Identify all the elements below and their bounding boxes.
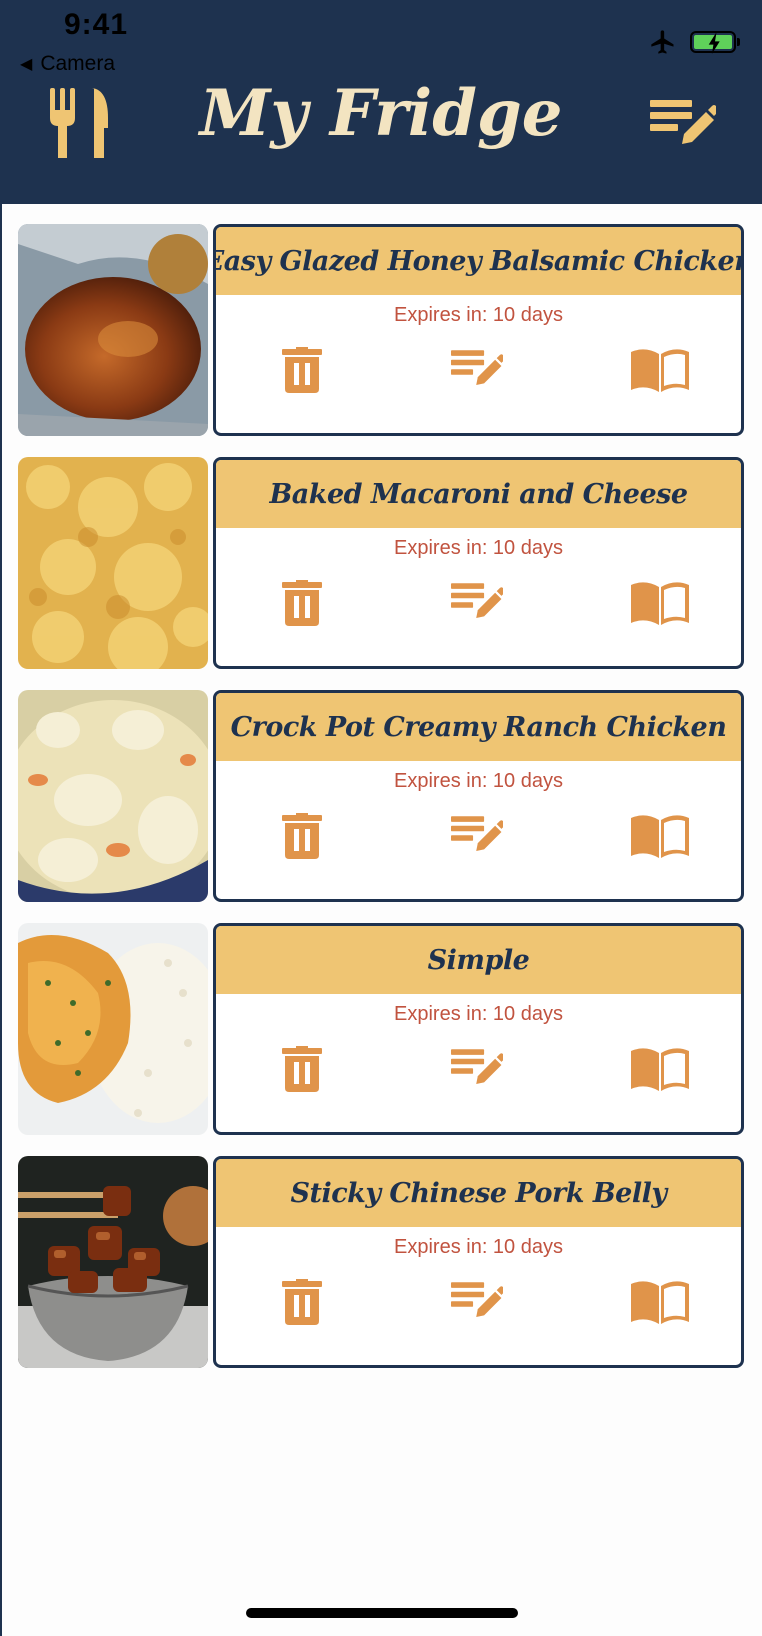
recipe-thumbnail[interactable] [18,1156,208,1368]
recipe-title: Crock Pot Creamy Ranch Chicken [216,693,741,761]
frame-edge [0,204,2,1636]
book-icon[interactable] [631,1047,689,1091]
back-link-label: Camera [40,52,116,75]
expiry-text: Expires in: 10 days [394,537,563,559]
recipe-row[interactable]: Sticky Chinese Pork Belly Expires in: 10… [18,1154,746,1368]
trash-icon[interactable] [282,580,322,626]
recipe-row[interactable]: Baked Macaroni and Cheese Expires in: 10… [18,455,746,669]
home-indicator[interactable] [246,1608,518,1618]
book-icon[interactable] [631,348,689,392]
edit-list-icon[interactable] [650,100,716,150]
edit-list-icon[interactable] [450,350,503,390]
app-header: 9:41 ◀ Camera My Fridge [0,0,762,204]
recipe-title: Simple [216,926,741,994]
edit-list-icon[interactable] [450,816,503,856]
trash-icon[interactable] [282,1046,322,1092]
expiry-text: Expires in: 10 days [394,1003,563,1025]
battery-icon [690,31,740,54]
trash-icon[interactable] [282,813,322,859]
status-time: 9:41 [64,8,129,41]
edit-list-icon[interactable] [450,1049,503,1089]
recipe-card: Crock Pot Creamy Ranch Chicken Expires i… [213,690,744,902]
recipe-card: Easy Glazed Honey Balsamic Chicken Expir… [213,224,744,436]
expiry-text: Expires in: 10 days [394,770,563,792]
back-to-camera-link[interactable]: ◀ Camera [20,52,115,76]
back-arrow-icon: ◀ [20,56,33,73]
recipe-card: Sticky Chinese Pork Belly Expires in: 10… [213,1156,744,1368]
recipe-thumbnail[interactable] [18,224,208,436]
book-icon[interactable] [631,1280,689,1324]
airplane-icon [651,30,674,54]
recipe-row[interactable]: Easy Glazed Honey Balsamic Chicken Expir… [18,222,746,436]
edit-list-icon[interactable] [450,583,503,623]
recipe-title: Easy Glazed Honey Balsamic Chicken [216,227,741,295]
recipe-thumbnail[interactable] [18,923,208,1135]
recipe-title: Sticky Chinese Pork Belly [216,1159,741,1227]
recipe-row[interactable]: Crock Pot Creamy Ranch Chicken Expires i… [18,688,746,902]
recipe-card: Simple Expires in: 10 days [213,923,744,1135]
recipe-thumbnail[interactable] [18,457,208,669]
book-icon[interactable] [631,814,689,858]
trash-icon[interactable] [282,1279,322,1325]
expiry-text: Expires in: 10 days [394,304,563,326]
recipe-list: Easy Glazed Honey Balsamic Chicken Expir… [18,222,746,1387]
recipe-title: Baked Macaroni and Cheese [216,460,741,528]
trash-icon[interactable] [282,347,322,393]
recipe-row[interactable]: Simple Expires in: 10 days [18,921,746,1135]
edit-list-icon[interactable] [450,1282,503,1322]
status-indicators [648,28,740,56]
recipe-card: Baked Macaroni and Cheese Expires in: 10… [213,457,744,669]
expiry-text: Expires in: 10 days [394,1236,563,1258]
app-title: My Fridge [199,76,563,151]
recipe-thumbnail[interactable] [18,690,208,902]
book-icon[interactable] [631,581,689,625]
